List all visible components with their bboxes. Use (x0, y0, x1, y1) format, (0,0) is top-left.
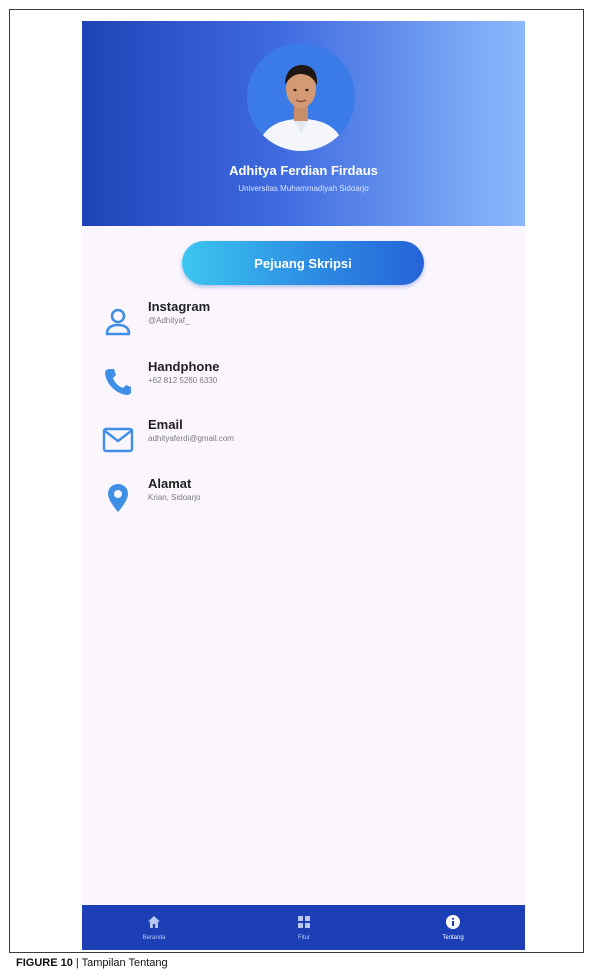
contact-item-instagram[interactable]: Instagram @Adhityaf_ (82, 299, 525, 349)
profile-header: Adhitya Ferdian Firdaus Universitas Muha… (82, 21, 525, 226)
caption-text: Tampilan Tentang (81, 957, 168, 969)
contact-value: +62 812 5260 6330 (148, 376, 218, 385)
home-icon (146, 914, 162, 930)
location-pin-icon (100, 480, 136, 516)
caption-separator: | (72, 957, 82, 969)
pejuang-skripsi-badge[interactable]: Pejuang Skripsi (182, 241, 424, 285)
nav-label: Tentang (442, 935, 464, 941)
figure-number: FIGURE 10 (16, 957, 73, 969)
nav-item-fitur[interactable]: Fitur (244, 905, 364, 950)
person-icon (100, 303, 136, 339)
profile-name: Adhitya Ferdian Firdaus (229, 163, 378, 178)
contact-title: Handphone (148, 359, 220, 374)
phone-icon (100, 363, 136, 399)
figure-caption: FIGURE 10 | Tampilan Tentang (16, 957, 168, 969)
nav-item-beranda[interactable]: Beranda (94, 905, 214, 950)
nav-label: Beranda (142, 935, 166, 941)
app-screen: Adhitya Ferdian Firdaus Universitas Muha… (82, 21, 525, 950)
contact-item-email[interactable]: Email adhityaferdi@gmail.com (82, 417, 525, 467)
avatar (247, 43, 355, 151)
info-icon (445, 914, 461, 930)
contact-title: Instagram (148, 299, 211, 314)
profile-university: Universitas Muhammadiyah Sidoarjo (238, 184, 369, 193)
contact-title: Alamat (148, 476, 192, 491)
contact-value: Krian, Sidoarjo (148, 493, 201, 502)
nav-label: Fitur (298, 935, 310, 941)
nav-item-tentang[interactable]: Tentang (393, 905, 513, 950)
grid-icon (296, 914, 312, 930)
contact-value: adhityaferdi@gmail.com (148, 434, 234, 443)
contact-title: Email (148, 417, 183, 432)
contact-value: @Adhityaf_ (148, 316, 190, 325)
contact-item-handphone[interactable]: Handphone +62 812 5260 6330 (82, 359, 525, 409)
bottom-navigation: Beranda Fitur Tentang (82, 905, 525, 950)
contact-item-alamat[interactable]: Alamat Krian, Sidoarjo (82, 476, 525, 526)
mail-icon (100, 421, 136, 457)
